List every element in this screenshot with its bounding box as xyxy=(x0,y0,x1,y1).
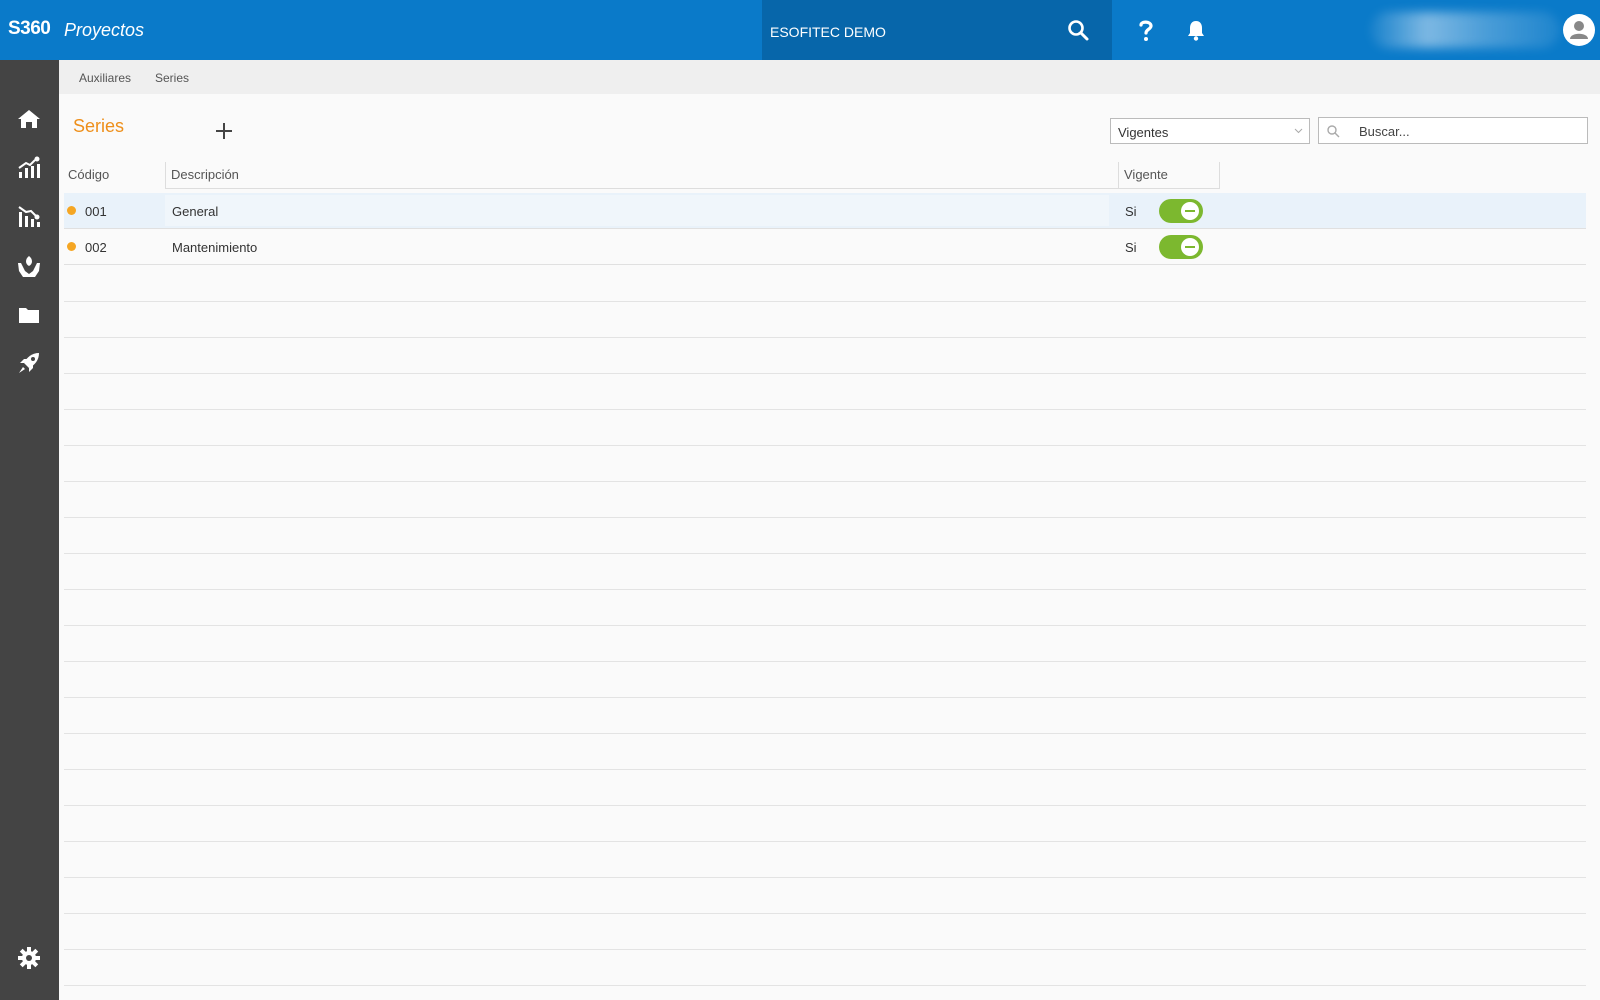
avatar[interactable] xyxy=(1563,14,1595,46)
empty-row-line xyxy=(64,337,1586,338)
bell-icon[interactable] xyxy=(1184,18,1208,42)
search-input[interactable] xyxy=(1359,121,1581,141)
status-filter-select[interactable]: Vigentes xyxy=(1110,118,1310,144)
toggle-knob xyxy=(1181,202,1199,220)
empty-row-line xyxy=(64,985,1586,986)
empty-row-line xyxy=(64,805,1586,806)
page-title: Series xyxy=(73,116,125,136)
row-vigente: Si xyxy=(1125,240,1137,255)
sidebar xyxy=(0,60,59,1000)
status-filter-value: Vigentes xyxy=(1118,125,1169,140)
chevron-down-icon xyxy=(1294,128,1303,134)
empty-row-line xyxy=(64,553,1586,554)
empty-row-line xyxy=(64,517,1586,518)
row-code: 001 xyxy=(85,204,107,219)
chart-decline-icon[interactable] xyxy=(16,204,42,230)
top-bar: S360 Proyectos ESOFITEC DEMO xyxy=(0,0,1600,60)
vigente-toggle[interactable] xyxy=(1159,199,1203,223)
empty-row-line xyxy=(64,877,1586,878)
empty-row-line xyxy=(64,409,1586,410)
company-name: ESOFITEC DEMO xyxy=(770,24,886,40)
empty-row-line xyxy=(64,625,1586,626)
status-dot xyxy=(67,242,76,251)
company-selector[interactable]: ESOFITEC DEMO xyxy=(762,0,1112,60)
breadcrumb-series[interactable]: Series xyxy=(155,71,189,85)
empty-row-line xyxy=(64,949,1586,950)
empty-row-line xyxy=(64,373,1586,374)
brand-logo[interactable]: S360 xyxy=(8,18,51,40)
empty-row-line xyxy=(64,661,1586,662)
empty-row-line xyxy=(64,841,1586,842)
help-icon[interactable] xyxy=(1134,17,1158,43)
empty-row-line xyxy=(64,481,1586,482)
home-icon[interactable] xyxy=(16,106,42,132)
table-row[interactable]: 002 Mantenimiento Si xyxy=(64,229,1586,265)
row-description: Mantenimiento xyxy=(172,240,258,255)
empty-row-line xyxy=(64,733,1586,734)
chart-growth-icon[interactable] xyxy=(16,155,42,181)
breadcrumb-auxiliares[interactable]: Auxiliares xyxy=(79,71,131,85)
empty-row-line xyxy=(64,769,1586,770)
status-dot xyxy=(67,206,76,215)
hands-leaf-icon[interactable] xyxy=(16,253,42,279)
gear-icon[interactable] xyxy=(16,945,42,971)
empty-row-line xyxy=(64,913,1586,914)
user-name-blurred xyxy=(1370,12,1560,48)
empty-row-line xyxy=(64,589,1586,590)
breadcrumb: Auxiliares Series xyxy=(59,60,1600,94)
search-box xyxy=(1318,117,1588,144)
search-icon[interactable] xyxy=(1066,18,1090,42)
row-vigente: Si xyxy=(1125,204,1137,219)
vigente-toggle[interactable] xyxy=(1159,235,1203,259)
column-header-vigente[interactable]: Vigente xyxy=(1118,162,1220,189)
column-header-codigo[interactable]: Código xyxy=(64,162,165,189)
rocket-icon[interactable] xyxy=(16,350,42,376)
column-header-descripcion[interactable]: Descripción xyxy=(165,162,1118,189)
empty-row-line xyxy=(64,697,1586,698)
module-title: Proyectos xyxy=(64,20,145,40)
user-icon xyxy=(1570,21,1588,39)
row-code: 002 xyxy=(85,240,107,255)
empty-row-line xyxy=(64,301,1586,302)
search-icon xyxy=(1327,125,1340,138)
table-row[interactable]: 001 General Si xyxy=(64,193,1586,229)
toggle-knob xyxy=(1181,238,1199,256)
empty-row-line xyxy=(64,445,1586,446)
row-description: General xyxy=(165,195,1109,226)
folder-icon[interactable] xyxy=(16,302,42,328)
add-button[interactable] xyxy=(212,119,236,143)
